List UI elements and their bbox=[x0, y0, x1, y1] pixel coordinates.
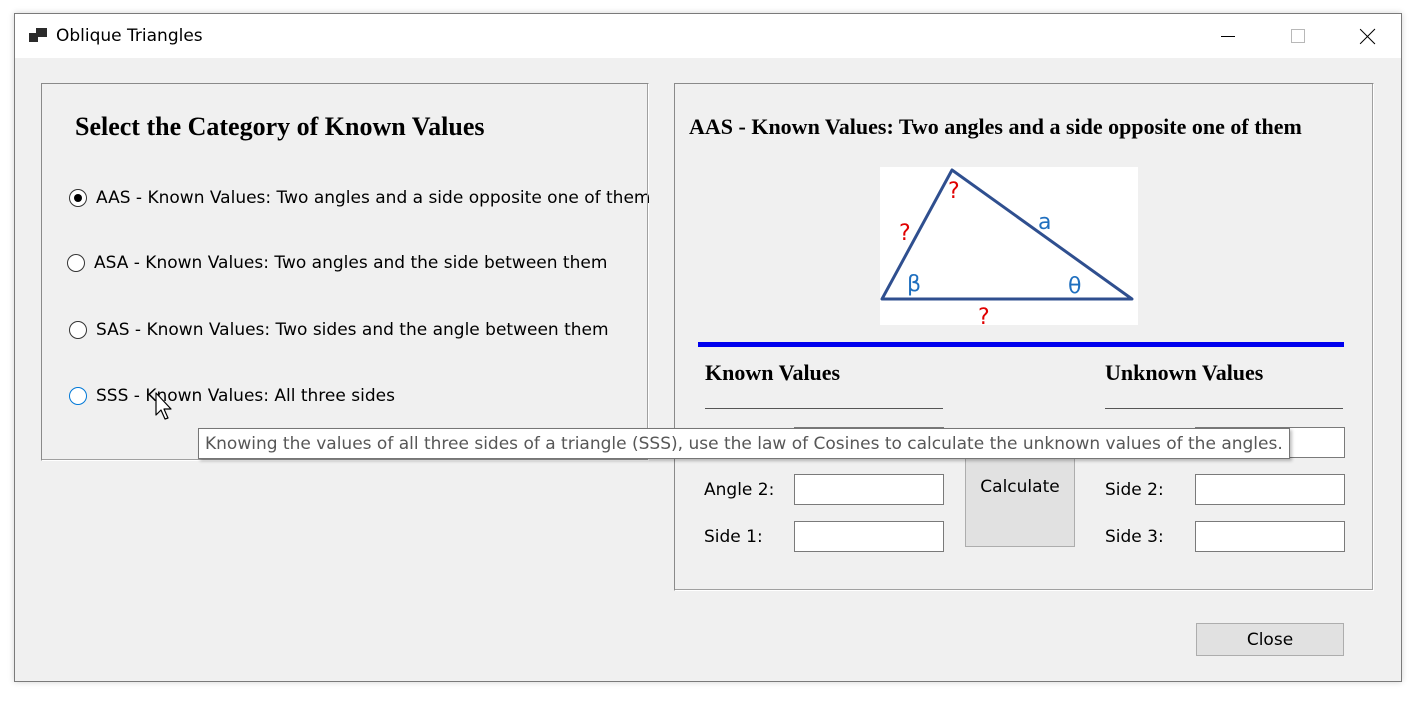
known-values-heading: Known Values bbox=[705, 360, 841, 385]
angle-2-input[interactable] bbox=[794, 474, 944, 505]
app-window-icon bbox=[29, 28, 47, 44]
radio-asa-label: ASA - Known Values: Two angles and the s… bbox=[94, 253, 608, 273]
window-title: Oblique Triangles bbox=[56, 26, 203, 46]
radio-asa-indicator[interactable] bbox=[67, 254, 85, 272]
close-window-button[interactable] bbox=[1333, 14, 1403, 58]
mouse-pointer-icon bbox=[155, 392, 172, 420]
angle-theta-label: θ bbox=[1068, 274, 1081, 299]
side-2-label: Side 2: bbox=[1105, 480, 1164, 500]
angle-beta-label: β bbox=[907, 272, 921, 297]
radio-sss-label: SSS - Known Values: All three sides bbox=[96, 386, 395, 406]
side-unknown-marker: ? bbox=[899, 221, 911, 246]
app-window: Oblique Triangles Select the Category of… bbox=[14, 13, 1402, 682]
calculation-group: AAS - Known Values: Two angles and a sid… bbox=[674, 83, 1374, 591]
radio-aas[interactable]: AAS - Known Values: Two angles and a sid… bbox=[69, 188, 650, 208]
triangle-svg: ? ? ? a β θ bbox=[880, 168, 1134, 330]
minimize-button[interactable] bbox=[1193, 14, 1263, 58]
angle-unknown-marker: ? bbox=[948, 179, 960, 204]
radio-sss-indicator[interactable] bbox=[69, 387, 87, 405]
triangle-diagram: ? ? ? a β θ bbox=[880, 167, 1138, 330]
radio-sas-label: SAS - Known Values: Two sides and the an… bbox=[96, 320, 609, 340]
unknown-values-underline bbox=[1105, 408, 1343, 409]
side-a-label: a bbox=[1038, 210, 1051, 235]
radio-sas-indicator[interactable] bbox=[69, 321, 87, 339]
divider-rule bbox=[698, 342, 1344, 347]
close-icon bbox=[1360, 28, 1376, 44]
radio-sss[interactable]: SSS - Known Values: All three sides bbox=[69, 386, 395, 406]
category-heading: Select the Category of Known Values bbox=[75, 112, 485, 141]
maximize-button[interactable] bbox=[1263, 14, 1333, 58]
side-1-input[interactable] bbox=[794, 521, 944, 552]
radio-aas-indicator[interactable] bbox=[69, 189, 87, 207]
close-button[interactable]: Close bbox=[1196, 623, 1344, 656]
radio-asa[interactable]: ASA - Known Values: Two angles and the s… bbox=[67, 253, 607, 273]
unknown-values-heading: Unknown Values bbox=[1105, 360, 1264, 385]
title-bar[interactable]: Oblique Triangles bbox=[15, 14, 1401, 58]
category-group: Select the Category of Known Values AAS … bbox=[41, 83, 650, 461]
minimize-icon bbox=[1221, 35, 1235, 37]
base-unknown-marker: ? bbox=[978, 305, 990, 325]
maximize-icon bbox=[1291, 29, 1305, 43]
sss-tooltip: Knowing the values of all three sides of… bbox=[198, 428, 1290, 459]
side-2-output[interactable] bbox=[1195, 474, 1345, 505]
selected-category-heading: AAS - Known Values: Two angles and a sid… bbox=[689, 114, 1302, 139]
side-3-output[interactable] bbox=[1195, 521, 1345, 552]
radio-sas[interactable]: SAS - Known Values: Two sides and the an… bbox=[69, 320, 609, 340]
side-3-label: Side 3: bbox=[1105, 527, 1164, 547]
known-values-underline bbox=[705, 408, 943, 409]
angle-2-label: Angle 2: bbox=[704, 480, 775, 500]
radio-aas-label: AAS - Known Values: Two angles and a sid… bbox=[96, 188, 651, 208]
side-1-label: Side 1: bbox=[704, 527, 763, 547]
